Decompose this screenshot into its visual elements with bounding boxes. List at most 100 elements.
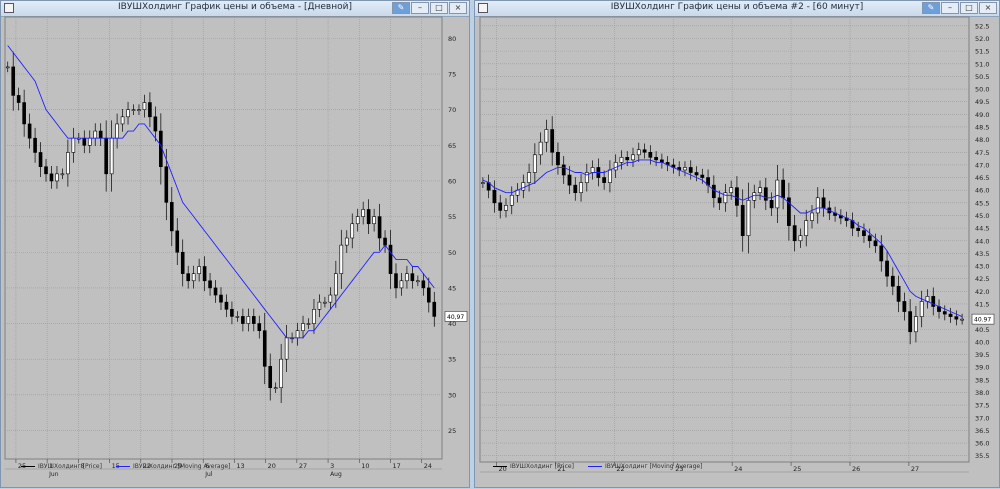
candle-body: [180, 251, 185, 274]
candle-body: [339, 244, 344, 274]
candle-body: [355, 216, 360, 225]
y-tick-label: 36.0: [975, 440, 989, 448]
legend-swatch-ma: [115, 466, 130, 467]
y-tick-label: 43.5: [975, 250, 989, 258]
candle-body: [405, 273, 409, 282]
candle-body: [350, 223, 355, 239]
candle-body: [902, 301, 907, 312]
candle-body: [388, 244, 393, 274]
candle-body: [208, 280, 212, 289]
candle-body: [60, 173, 65, 176]
y-tick-label: 50.5: [975, 73, 989, 81]
candle-body: [613, 162, 618, 171]
hourly-chart-window[interactable]: IВУШХолдинг График цены и объема #2 - [6…: [474, 0, 1000, 488]
candle-body: [169, 202, 174, 232]
candle-body: [810, 212, 814, 221]
candle-body: [538, 141, 543, 156]
y-tick-label: 50: [448, 249, 456, 257]
legend-label-price: IВУШХолдинг [Price]: [38, 463, 102, 470]
y-tick-label: 49.0: [975, 111, 989, 119]
candle-body: [257, 323, 262, 331]
candle-body: [22, 102, 26, 125]
candle-body: [44, 166, 48, 175]
candle-body: [186, 273, 190, 282]
y-tick-label: 25: [448, 427, 456, 435]
candle-body: [120, 116, 125, 125]
candle-body: [104, 137, 108, 175]
candle-body: [49, 173, 54, 182]
x-tick-sublabel: Jul: [204, 471, 213, 478]
candle-body: [268, 366, 273, 389]
candle-body: [71, 137, 76, 153]
candle-body: [862, 230, 866, 237]
y-tick-label: 42.5: [975, 275, 989, 283]
legend-item-price: IВУШХолдинг [Price]: [493, 463, 574, 470]
candle-body: [752, 192, 757, 201]
candle-body: [142, 102, 147, 110]
candle-body: [66, 152, 70, 175]
candle-body: [262, 330, 267, 367]
candle-body: [131, 109, 136, 111]
candle-body: [33, 137, 37, 153]
y-tick-label: 52.0: [975, 35, 989, 43]
candle-body: [480, 182, 485, 184]
candle-body: [361, 209, 365, 217]
candle-body: [619, 157, 624, 163]
candle-body: [746, 200, 751, 237]
candle-body: [625, 157, 630, 161]
candle-body: [642, 149, 647, 153]
y-tick-label: 55: [448, 213, 456, 221]
y-tick-label: 49.5: [975, 98, 989, 106]
y-tick-label: 36.5: [975, 427, 989, 435]
candle-body: [683, 167, 687, 171]
candle-body: [509, 194, 514, 206]
legend-item-price: IВУШХолдинг [Price]: [21, 463, 102, 470]
candle-body: [948, 313, 953, 317]
y-tick-label: 48.0: [975, 136, 989, 144]
candle-body: [735, 187, 739, 206]
y-tick-label: 47.0: [975, 161, 989, 169]
candle-body: [804, 220, 809, 237]
candle-body: [636, 149, 641, 156]
candle-body: [410, 273, 415, 282]
candle-body: [241, 316, 245, 324]
y-tick-label: 37.0: [975, 414, 989, 422]
y-tick-label: 50.0: [975, 86, 989, 94]
candle-body: [717, 197, 722, 204]
candle-body: [377, 216, 382, 239]
chart-legend: IВУШХолдинг [Price] IВУШХолдинг [Moving …: [493, 463, 702, 470]
candle-body: [175, 230, 180, 253]
candle-body: [306, 323, 311, 325]
candle-body: [631, 154, 635, 161]
candle-body: [556, 151, 560, 166]
y-tick-label: 38.0: [975, 389, 989, 397]
candle-body: [532, 154, 537, 173]
candle-body: [584, 172, 589, 183]
candle-body: [11, 66, 16, 96]
y-tick-label: 70: [448, 106, 456, 114]
candle-body: [421, 280, 426, 289]
candle-body: [769, 200, 774, 209]
daily-price-chart[interactable]: 80757065605550454035302525 1Jun8 15 22 29 6Ju…: [1, 1, 471, 489]
candle-body: [317, 301, 322, 310]
hourly-price-chart[interactable]: 52.5 52.0 51.5 51.0 50.5 50.0 49.5 49.0 48.5 48.0…: [475, 1, 1000, 489]
plot-area: [479, 16, 970, 463]
y-tick-label: 44.0: [975, 237, 989, 245]
candle-body: [252, 316, 256, 324]
last-price-label: 40.97: [974, 317, 991, 324]
candle-body: [942, 311, 947, 315]
candle-body: [654, 157, 658, 161]
candle-body: [273, 387, 278, 390]
candle-body: [723, 192, 728, 204]
daily-chart-window[interactable]: IВУШХолдинг График цены и объема - [Днев…: [0, 0, 470, 488]
candle-body: [219, 294, 223, 303]
candle-body: [763, 187, 768, 201]
candle-body: [550, 129, 555, 153]
x-tick-sublabel: Aug: [330, 471, 342, 478]
y-tick-label: 46.0: [975, 187, 989, 195]
candle-body: [729, 187, 734, 194]
candle-body: [602, 177, 607, 183]
candle-body: [914, 316, 918, 333]
candle-body: [590, 167, 595, 173]
candle-body: [82, 137, 87, 146]
